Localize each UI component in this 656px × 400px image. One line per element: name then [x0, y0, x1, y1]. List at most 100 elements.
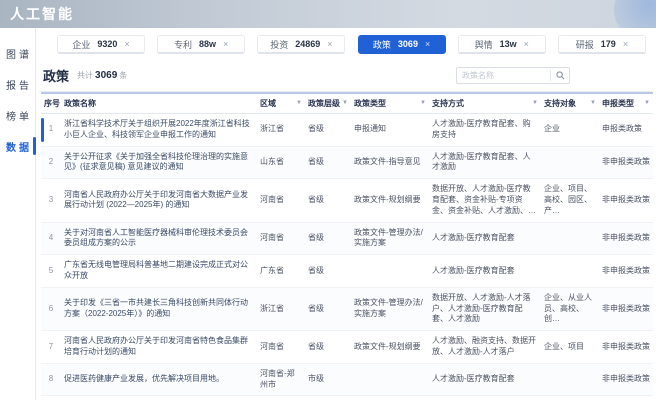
cell-target: [541, 146, 599, 180]
cell-level: 省级: [305, 330, 351, 364]
column-header-政策名称: 政策名称: [64, 99, 96, 108]
cell-apply: 非申报类政策: [599, 287, 653, 332]
column-header-支持对象: 支持对象 ▼: [544, 98, 596, 108]
column-header-申报类型: 申报类型 ▼: [602, 98, 650, 108]
column-header-序号: 序号: [44, 99, 60, 108]
total-suffix: 条: [119, 71, 128, 80]
cell-type: 申报通知: [351, 113, 429, 147]
table-row[interactable]: 2 关于公开征求《关于加强全省科技伦理治理的实施意见》(征求意见稿) 意见建议的通…: [41, 146, 653, 180]
cell-target: [541, 395, 599, 400]
cell-region: 河南省-郑州市: [257, 363, 305, 397]
section-title: 政策: [43, 69, 70, 84]
cell-name: 关于印发《三省一市共建长三角科技创新共同体行动方案（2022-2025年）》的通…: [61, 287, 257, 332]
search-icon[interactable]: [551, 71, 569, 80]
table-row[interactable]: 1 浙江省科学技术厅关于组织开展2022年度浙江省科技小巨人企业、科技领军企业申报…: [41, 113, 653, 147]
cell-name: 促进医药健康产业发展，优先解决项目用地。: [61, 363, 257, 397]
table-row[interactable]: 6 关于印发《三省一市共建长三角科技创新共同体行动方案（2022-2025年）》的…: [41, 287, 653, 332]
chip-close-icon[interactable]: ×: [623, 39, 628, 49]
table-row[interactable]: 9引进规模总部企业河南省-郑州市市级 非申报类政策: [41, 395, 653, 400]
cell-support: [429, 395, 541, 400]
filter-icon[interactable]: ▼: [420, 98, 426, 108]
cell-support: 数据开放、人才激励-医疗教育配套、资金补贴-专项资金、资金补贴、人才激励、…: [429, 178, 541, 223]
chip-close-icon[interactable]: ×: [124, 39, 129, 49]
column-header-区域: 区域 ▼: [260, 98, 302, 108]
search-input[interactable]: [457, 71, 550, 80]
cell-name: 引进规模总部企业: [61, 395, 257, 400]
chip-count: 3069: [397, 39, 418, 49]
cell-region: 浙江省: [257, 113, 305, 147]
cell-region: 河南省: [257, 330, 305, 364]
cell-region: 河南省: [257, 222, 305, 256]
entity-chip-舆情[interactable]: 舆情 13w ×: [457, 35, 546, 54]
chip-count: 24869: [295, 39, 321, 49]
cell-no: 2: [41, 146, 61, 180]
filter-icon[interactable]: ▼: [590, 98, 596, 108]
cell-support: 数据开放、人才激励-人才落户、人才激励-医疗教育配套、人才激励: [429, 287, 541, 332]
cell-support: 人才激励-医疗教育配套、人才激励: [429, 146, 541, 180]
page: 人工智能 图谱 报告 榜单 数据 企业 9320 × 专利 88w × 投资 24869 × 政策 306…: [0, 0, 656, 400]
cell-target: 企业: [541, 113, 599, 147]
cell-apply: 非申报类政策: [599, 395, 653, 400]
cell-region: 山东省: [257, 146, 305, 180]
entity-chip-企业[interactable]: 企业 9320 ×: [57, 35, 145, 54]
sidebar-item-榜单[interactable]: 榜单: [0, 100, 35, 131]
cell-target: 企业、项目、高校、园区、产…: [541, 178, 599, 223]
cell-type: [351, 395, 429, 400]
chip-close-icon[interactable]: ×: [524, 39, 529, 49]
cell-no: 7: [41, 330, 61, 364]
banner-decoration: [614, 0, 656, 28]
cell-level: 省级: [305, 146, 351, 180]
cell-apply: 申报类政策: [599, 113, 653, 147]
filter-icon[interactable]: ▼: [342, 98, 348, 108]
chip-label: 企业: [72, 39, 91, 50]
cell-no: 3: [41, 178, 61, 223]
filter-icon[interactable]: ▼: [296, 98, 302, 108]
sidebar-item-报告[interactable]: 报告: [0, 69, 35, 100]
cell-apply: 非申报类政策: [599, 330, 653, 364]
cell-type: 政策文件-指导意见: [351, 146, 429, 180]
main-panel: 企业 9320 × 专利 88w × 投资 24869 × 政策 3069 × 舆情 13w × 研报 179 ×…: [36, 28, 656, 400]
chip-count: 9320: [97, 39, 118, 49]
cell-support: 人才激励-医疗教育配套: [429, 222, 541, 256]
cell-level: 省级: [305, 287, 351, 332]
cell-type: [351, 254, 429, 288]
cell-support: 人才激励、融资支持、数据开放、人才激励-人才落户: [429, 330, 541, 364]
entity-chip-投资[interactable]: 投资 24869 ×: [257, 35, 346, 54]
section-header: 政策 共计 3069 条: [39, 60, 652, 92]
table-row[interactable]: 3 河南省人民政府办公厅关于印发河南省大数据产业发展行动计划 (2022—2025…: [41, 178, 653, 223]
entity-chip-政策[interactable]: 政策 3069 ×: [357, 35, 446, 54]
table-header: 序号 政策名称 区域 ▼ 政策层级 ▼ 政策类型 ▼ 支持方式 ▼ 支持对象 ▼ 申报类型 ▼: [41, 93, 653, 114]
cell-support: 人才激励-医疗教育配套、购房支持: [429, 113, 541, 147]
filter-icon[interactable]: ▼: [532, 98, 538, 108]
sidebar: 图谱 报告 榜单 数据: [0, 28, 36, 400]
cell-type: [351, 363, 429, 397]
table-row[interactable]: 5 广东省无线电管理局科普基地二期建设完成正式对公众开放 广东省 省级 人才激励-医疗教…: [41, 254, 653, 288]
cell-no: 8: [41, 363, 61, 397]
table-row[interactable]: 4 关于对河南省人工智能医疗器械科审伦理技术委员会委员组成方案的公示 河南省 省级 政策…: [41, 222, 653, 256]
chip-close-icon[interactable]: ×: [327, 39, 332, 49]
cell-no: 5: [41, 254, 61, 288]
table-row[interactable]: 8 促进医药健康产业发展，优先解决项目用地。 河南省-郑州市 市级 人才激励-医疗教育配…: [41, 363, 653, 397]
chip-close-icon[interactable]: ×: [223, 39, 228, 49]
table-row[interactable]: 7 河南省人民政府办公厅关于印发河南省特色食品集群培育行动计划的通知 河南省 省级 政策…: [41, 330, 653, 364]
cell-level: 省级: [305, 254, 351, 288]
sidebar-item-图谱[interactable]: 图谱: [0, 38, 35, 69]
page-title: 人工智能: [10, 6, 74, 22]
total-count: 3069: [95, 70, 118, 81]
filter-icon[interactable]: ▼: [644, 98, 650, 108]
chip-close-icon[interactable]: ×: [425, 39, 430, 49]
sidebar-item-数据[interactable]: 数据: [0, 131, 36, 162]
cell-apply: 非申报类政策: [599, 363, 653, 397]
cell-target: [541, 222, 599, 256]
entity-chip-研报[interactable]: 研报 179 ×: [557, 35, 646, 54]
cell-name: 关于对河南省人工智能医疗器械科审伦理技术委员会委员组成方案的公示: [61, 222, 257, 256]
cell-level: 市级: [305, 363, 351, 397]
entity-chip-专利[interactable]: 专利 88w ×: [157, 35, 246, 54]
cell-name: 浙江省科学技术厅关于组织开展2022年度浙江省科技小巨人企业、科技领军企业申报工…: [61, 113, 257, 147]
column-header-支持方式: 支持方式 ▼: [432, 98, 538, 108]
cell-support: 人才激励-医疗教育配套: [429, 254, 541, 288]
cell-type: 政策文件-管理办法/实施方案: [351, 287, 429, 332]
cell-target: [541, 363, 599, 397]
cell-name: 广东省无线电管理局科普基地二期建设完成正式对公众开放: [61, 254, 257, 288]
top-banner: 人工智能: [0, 0, 656, 28]
